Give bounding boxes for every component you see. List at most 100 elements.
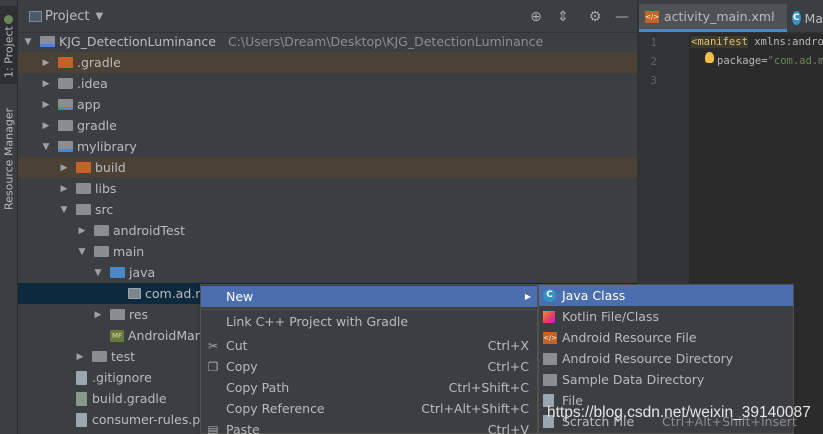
chevron-right-icon[interactable]: ▶: [92, 310, 104, 320]
project-view-icon: [29, 11, 42, 22]
tree-item-root[interactable]: ▼ KJG_DetectionLuminance C:\Users\Dream\…: [18, 31, 637, 52]
submenu-item-label: Sample Data Directory: [562, 372, 705, 387]
tree-item-gradle-cache[interactable]: ▶ .gradle: [18, 52, 637, 73]
tool-window-strip: 1: Project Resource Manager: [0, 0, 18, 434]
tab-label: activity_main.xml: [664, 9, 775, 24]
chevron-right-icon[interactable]: ▶: [76, 226, 88, 236]
chevron-right-icon[interactable]: ▶: [58, 184, 70, 194]
chevron-right-icon[interactable]: ▶: [40, 79, 52, 89]
tree-item-label: java: [129, 265, 156, 280]
file-icon: [76, 370, 87, 385]
menu-separator: [202, 309, 536, 310]
library-module-icon: [58, 141, 73, 152]
tree-item-libs[interactable]: ▶ libs: [18, 178, 637, 199]
project-panel-header: Project ▼ ⊕ ⇕ ⚙ —: [18, 0, 637, 33]
project-tool-tab[interactable]: 1: Project: [0, 6, 18, 84]
lightbulb-icon[interactable]: [705, 52, 714, 63]
chevron-right-icon[interactable]: ▶: [74, 352, 86, 362]
tree-item-label: main: [113, 244, 145, 259]
package-attr: package=: [717, 55, 768, 67]
locate-icon[interactable]: ⊕: [528, 9, 544, 25]
tree-item-gradle[interactable]: ▶ gradle: [18, 115, 637, 136]
folder-icon: [94, 246, 109, 257]
submenu-item-sample-data-directory[interactable]: Sample Data Directory: [539, 369, 793, 390]
module-folder-icon: [58, 99, 73, 110]
tree-item-app[interactable]: ▶ app: [18, 94, 637, 115]
tab-label: Ma: [804, 10, 823, 26]
submenu-item-android-resource-file[interactable]: </> Android Resource File: [539, 327, 793, 348]
collapse-all-icon[interactable]: ⇕: [555, 9, 571, 25]
submenu-item-label: Android Resource Directory: [562, 351, 734, 366]
tab-activity-main[interactable]: </> activity_main.xml: [639, 4, 787, 32]
menu-item-label: Link C++ Project with Gradle: [226, 314, 409, 329]
resource-manager-tab[interactable]: Resource Manager: [0, 100, 18, 218]
folder-orange-icon: [76, 162, 91, 173]
chevron-down-icon[interactable]: ▼: [76, 247, 88, 257]
submenu-arrow-icon: ▶: [524, 292, 531, 301]
chevron-right-icon[interactable]: ▶: [40, 58, 52, 68]
chevron-down-icon[interactable]: ▼: [40, 142, 52, 152]
menu-item-link-cpp[interactable]: Link C++ Project with Gradle: [201, 311, 537, 332]
copy-icon: ❐: [207, 359, 219, 374]
menu-item-new[interactable]: New ▶: [201, 286, 537, 307]
code-line-2[interactable]: package="com.ad.m: [717, 55, 823, 67]
gear-icon[interactable]: ⚙: [587, 9, 603, 25]
tree-item-label: gradle: [77, 118, 117, 133]
tree-item-label: mylibrary: [77, 139, 137, 154]
tree-item-label: build.gradle: [92, 391, 167, 406]
tree-item-androidtest[interactable]: ▶ androidTest: [18, 220, 637, 241]
context-menu: New ▶ Link C++ Project with Gradle ✂ Cut…: [200, 284, 538, 434]
submenu-item-android-resource-directory[interactable]: Android Resource Directory: [539, 348, 793, 369]
submenu-item-kotlin[interactable]: Kotlin File/Class: [539, 306, 793, 327]
menu-item-label: Paste: [226, 422, 260, 434]
java-class-icon: C: [543, 289, 556, 302]
tree-item-label: AndroidMan: [128, 328, 203, 343]
tree-item-build[interactable]: ▶ build: [18, 157, 637, 178]
folder-icon: [94, 225, 109, 236]
tree-item-main[interactable]: ▼ main: [18, 241, 637, 262]
resource-manager-label: Resource Manager: [2, 107, 16, 211]
module-folder-icon: [40, 36, 55, 47]
tree-item-label: androidTest: [113, 223, 186, 238]
menu-item-copy-reference[interactable]: Copy Reference Ctrl+Alt+Shift+C: [201, 398, 537, 419]
tree-item-label: KJG_DetectionLuminance: [59, 34, 216, 49]
watermark: https://blog.csdn.net/weixin_39140087: [547, 404, 811, 421]
code-line-1[interactable]: <manifest xmlns:andro: [691, 36, 823, 48]
menu-item-label: New: [226, 289, 254, 304]
xml-icon: </>: [645, 10, 660, 23]
chevron-right-icon[interactable]: ▶: [40, 121, 52, 131]
menu-item-copy-path[interactable]: Copy Path Ctrl+Shift+C: [201, 377, 537, 398]
tree-item-label: consumer-rules.pro: [92, 412, 213, 427]
submenu-item-label: Android Resource File: [562, 330, 697, 345]
tree-item-idea[interactable]: ▶ .idea: [18, 73, 637, 94]
chevron-down-icon[interactable]: ▼: [22, 37, 34, 47]
tree-item-label: com.ad.m: [145, 286, 208, 301]
manifest-tag: <manifest: [691, 36, 748, 48]
scissors-icon: ✂: [207, 338, 219, 353]
folder-icon: [76, 204, 91, 215]
tree-item-java[interactable]: ▼ java: [18, 262, 637, 283]
tree-item-src[interactable]: ▼ src: [18, 199, 637, 220]
submenu-item-java-class[interactable]: C Java Class: [539, 285, 793, 306]
project-path: C:\Users\Dream\Desktop\KJG_DetectionLumi…: [227, 34, 544, 49]
chevron-right-icon[interactable]: ▶: [40, 100, 52, 110]
project-tool-label: 1: Project: [2, 26, 16, 79]
menu-item-label: Cut: [226, 338, 248, 353]
hide-icon[interactable]: —: [614, 9, 630, 25]
kotlin-icon: [543, 310, 555, 323]
chevron-right-icon[interactable]: ▶: [58, 163, 70, 173]
project-panel-title[interactable]: Project: [45, 9, 89, 24]
folder-icon: [92, 351, 107, 362]
package-icon: [128, 288, 141, 299]
tree-item-label: .gradle: [77, 55, 121, 70]
chevron-down-icon[interactable]: ▼: [92, 268, 104, 278]
tab-main-class[interactable]: C Ma: [788, 4, 823, 32]
chevron-down-icon[interactable]: ▼: [95, 11, 103, 22]
menu-item-paste[interactable]: ▤ Paste Ctrl+V: [201, 419, 537, 434]
chevron-down-icon[interactable]: ▼: [58, 205, 70, 215]
folder-icon: [58, 120, 73, 131]
submenu-item-label: Kotlin File/Class: [562, 309, 659, 324]
menu-item-cut[interactable]: ✂ Cut Ctrl+X: [201, 335, 537, 356]
tree-item-mylibrary[interactable]: ▼ mylibrary: [18, 136, 637, 157]
menu-item-copy[interactable]: ❐ Copy Ctrl+C: [201, 356, 537, 377]
